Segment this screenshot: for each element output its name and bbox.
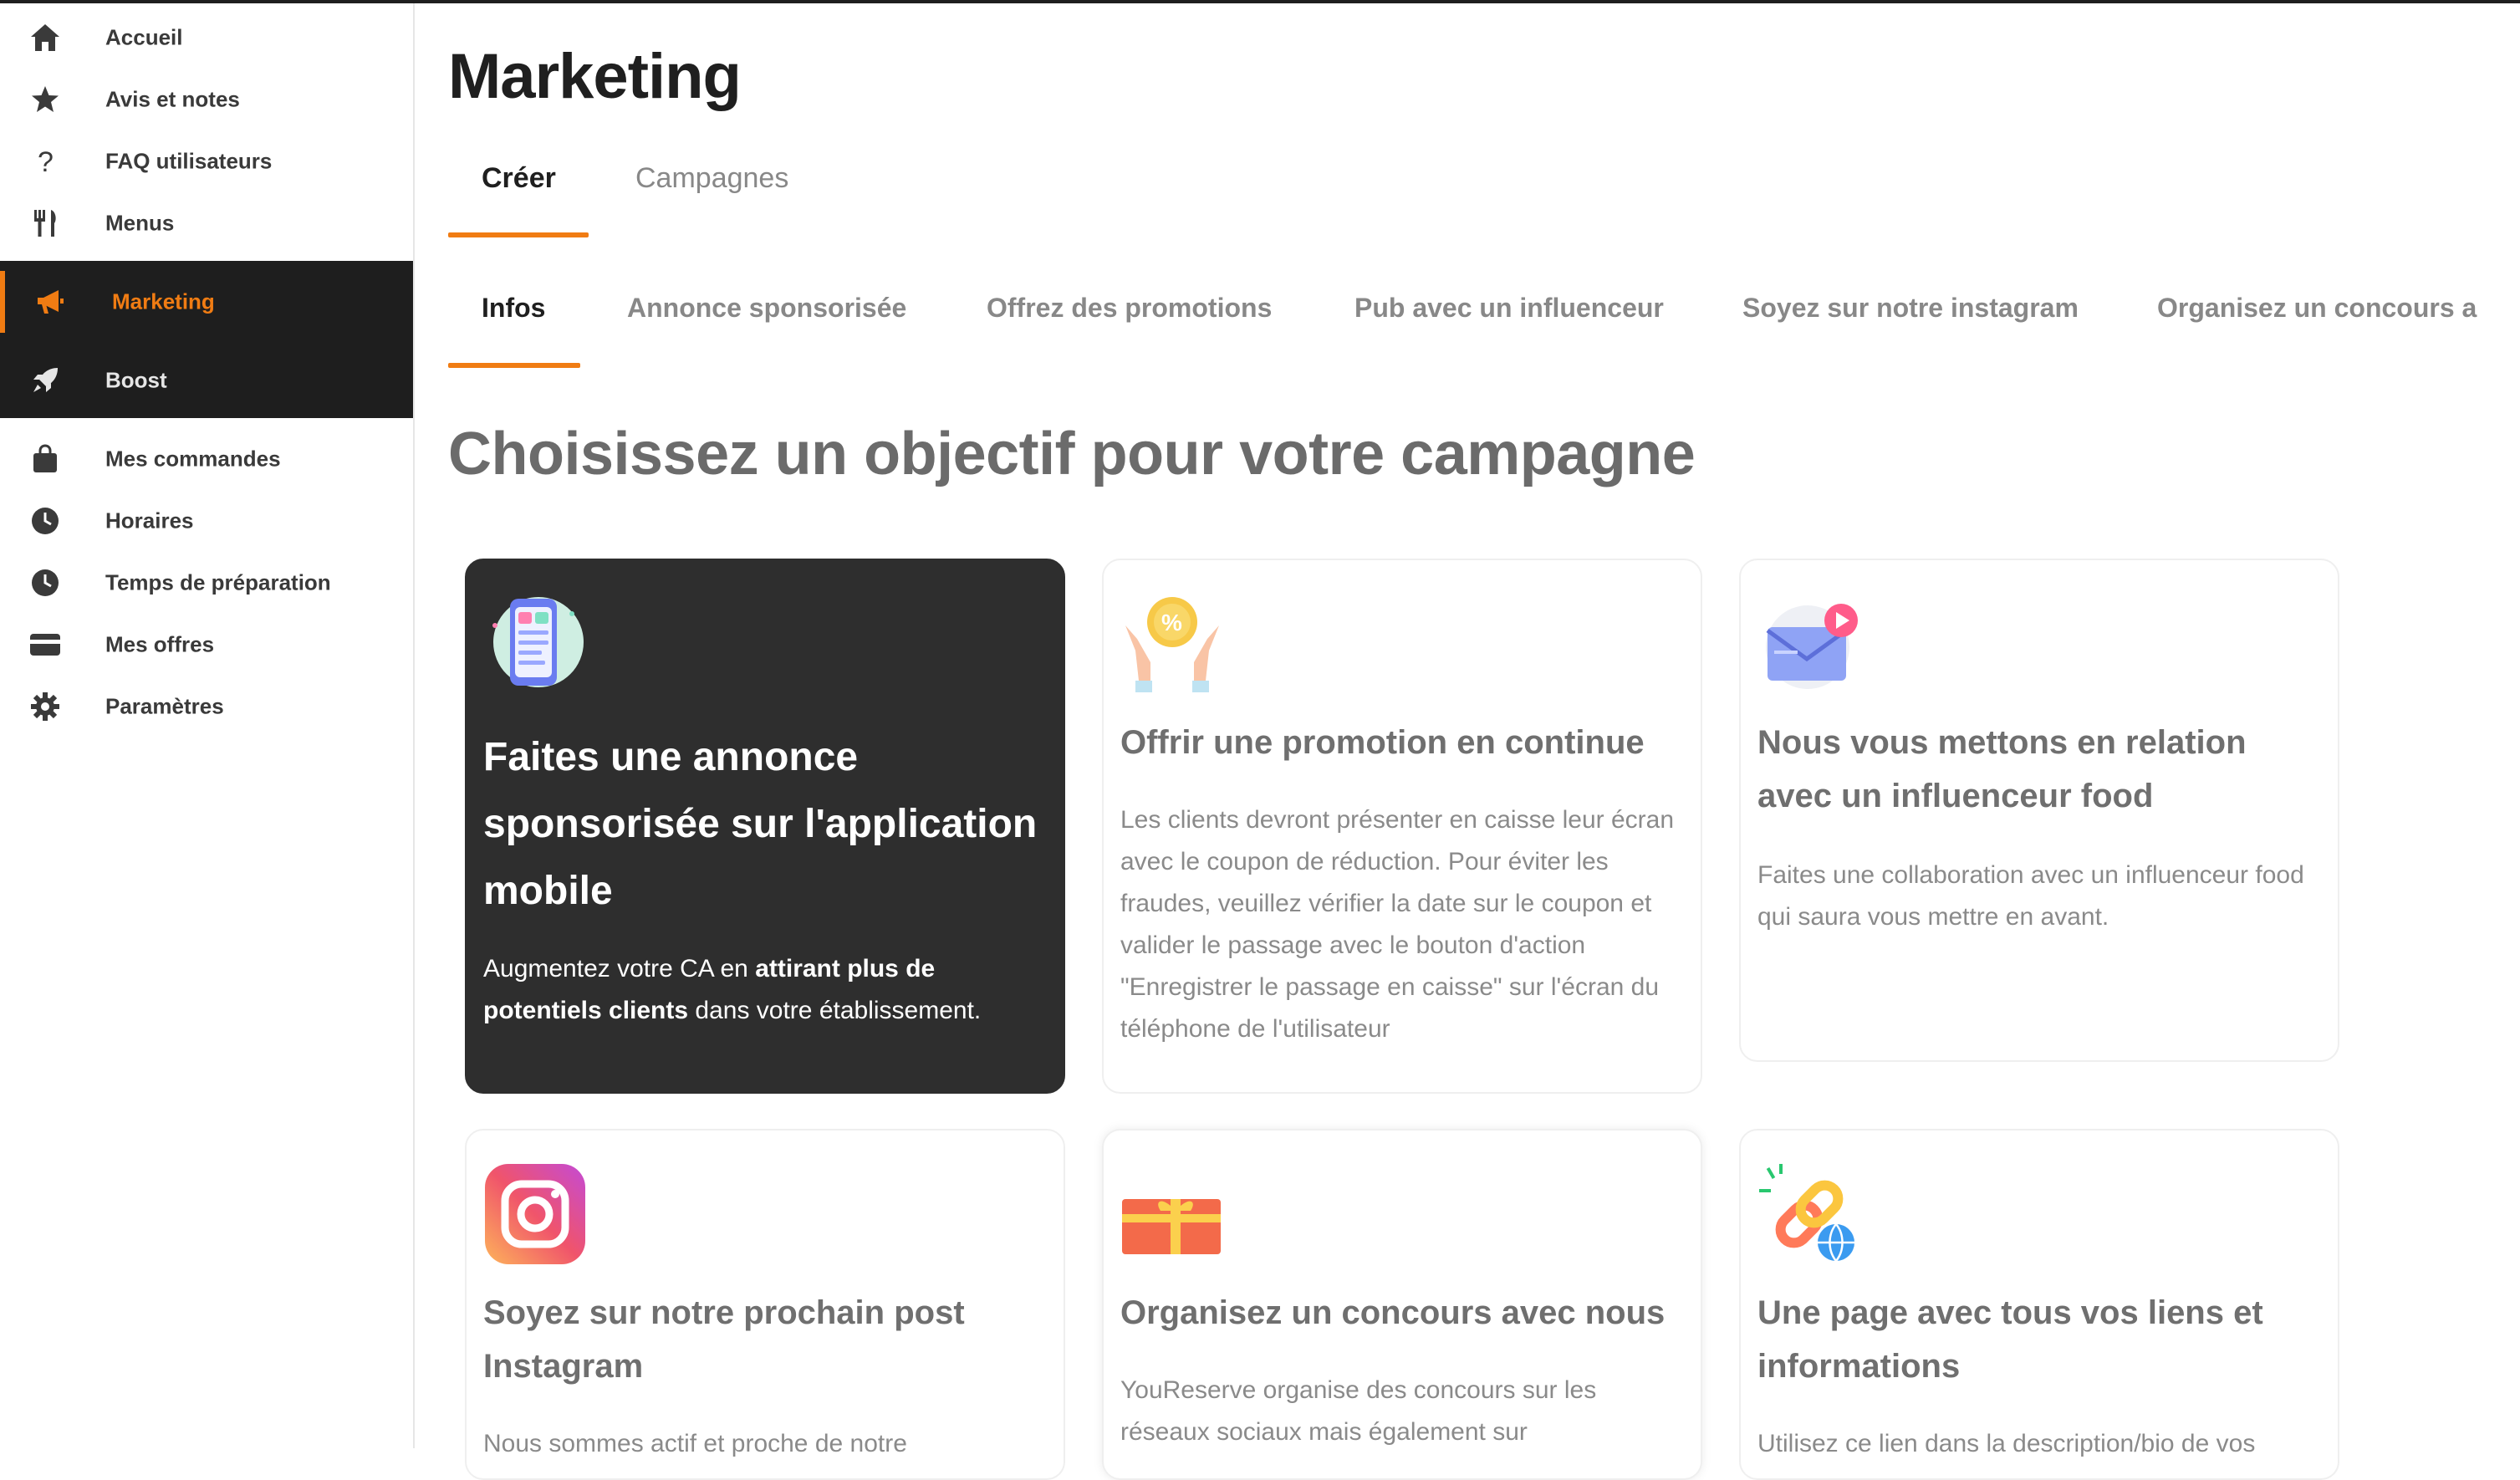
card-description: Faites une collaboration avec un influen…: [1757, 861, 2304, 931]
sidebar-item-commandes[interactable]: Mes commandes: [0, 428, 413, 490]
sidebar-item-menus[interactable]: Menus: [0, 192, 413, 254]
card-title: Une page avec tous vos liens et informat…: [1757, 1294, 2263, 1385]
sidebar-item-horaires[interactable]: Horaires: [0, 490, 413, 552]
card-description: Utilisez ce lien dans la description/bio…: [1757, 1430, 2256, 1457]
sidebar-item-offres[interactable]: Mes offres: [0, 614, 413, 676]
desc-text: dans votre établissement.: [688, 997, 982, 1024]
sidebar-item-label: FAQ utilisateurs: [105, 148, 273, 174]
sidebar-item-label: Paramètres: [105, 693, 224, 719]
desc-text: Augmentez votre CA en: [483, 955, 756, 982]
influencer-mail-icon: [1757, 592, 1861, 696]
promotion-hands-icon: %: [1120, 592, 1224, 696]
megaphone-icon: [33, 285, 67, 319]
tab-pub-influenceur[interactable]: Pub avec un influenceur: [1354, 293, 1664, 324]
sidebar-item-label: Marketing: [112, 288, 215, 314]
card-links-page[interactable]: Une page avec tous vos liens et informat…: [1739, 1129, 2339, 1480]
active-tab-indicator: [448, 232, 589, 237]
tab-creer[interactable]: Créer: [482, 162, 556, 195]
card-title: Nous vous mettons en relation avec un in…: [1757, 724, 2247, 814]
sidebar-item-label: Boost: [105, 367, 167, 393]
sidebar-item-temps-preparation[interactable]: Temps de préparation: [0, 552, 413, 614]
sidebar-item-faq[interactable]: ? FAQ utilisateurs: [0, 130, 413, 192]
main-content: Marketing Créer Campagnes Infos Annonce …: [415, 3, 2520, 1480]
sidebar-item-label: Horaires: [105, 508, 194, 533]
sidebar-item-label: Avis et notes: [105, 86, 240, 112]
card-promotion[interactable]: % Offrir une promotion en continue Les c…: [1102, 559, 1702, 1094]
card-description: Augmentez votre CA en attirant plus de p…: [483, 948, 1047, 1032]
secondary-tabs: Infos Annonce sponsorisée Offrez des pro…: [448, 268, 2520, 371]
bag-icon: [28, 442, 62, 476]
phone-ads-icon: [483, 592, 587, 696]
home-icon: [28, 21, 62, 54]
card-title: Faites une annonce sponsorisée sur l'app…: [483, 735, 1038, 913]
sidebar-item-label: Temps de préparation: [105, 569, 331, 595]
star-icon: [28, 83, 62, 116]
gift-card-icon: [1120, 1162, 1224, 1266]
rocket-icon: [28, 364, 62, 397]
svg-text:%: %: [1161, 610, 1182, 635]
card-description: YouReserve organise des concours sur les…: [1120, 1376, 1597, 1446]
cutlery-icon: [28, 207, 62, 240]
card-description: Les clients devront présenter en caisse …: [1120, 806, 1675, 1043]
primary-tabs: Créer Campagnes: [448, 137, 1033, 241]
link-globe-icon: [1757, 1162, 1861, 1266]
card-title: Soyez sur notre prochain post Instagram: [483, 1294, 965, 1385]
sidebar-item-label: Accueil: [105, 24, 183, 50]
tab-campagnes[interactable]: Campagnes: [635, 162, 788, 195]
instagram-icon: [483, 1162, 587, 1266]
sidebar-item-parametres[interactable]: Paramètres: [0, 676, 413, 737]
sidebar-item-boost[interactable]: Boost: [0, 350, 413, 411]
card-instagram[interactable]: Soyez sur notre prochain post Instagram …: [465, 1129, 1065, 1480]
sidebar: Accueil Avis et notes ? FAQ utilisateurs…: [0, 3, 415, 1448]
question-icon: ?: [28, 145, 62, 178]
tab-offrez-promotions[interactable]: Offrez des promotions: [987, 293, 1272, 324]
card-title: Offrir une promotion en continue: [1120, 724, 1645, 761]
sidebar-item-accueil[interactable]: Accueil: [0, 7, 413, 69]
active-subtab-indicator: [448, 363, 580, 368]
tab-annonce-sponsorisee[interactable]: Annonce sponsorisée: [627, 293, 906, 324]
card-description: Nous sommes actif et proche de notre: [483, 1430, 907, 1457]
tab-concours[interactable]: Organisez un concours a: [2157, 293, 2477, 324]
sidebar-item-label: Menus: [105, 210, 175, 236]
tab-instagram[interactable]: Soyez sur notre instagram: [1742, 293, 2079, 324]
card-sponsored-ad[interactable]: Faites une annonce sponsorisée sur l'app…: [465, 559, 1065, 1094]
card-influencer[interactable]: Nous vous mettons en relation avec un in…: [1739, 559, 2339, 1062]
page-title: Marketing: [448, 41, 742, 112]
clock-icon: [28, 504, 62, 538]
sidebar-item-label: Mes offres: [105, 631, 215, 657]
card-contest[interactable]: Organisez un concours avec nous YouReser…: [1102, 1129, 1702, 1480]
tab-infos[interactable]: Infos: [482, 293, 545, 324]
section-title: Choisissez un objectif pour votre campag…: [448, 421, 1696, 487]
sidebar-item-label: Mes commandes: [105, 446, 281, 472]
card-icon: [28, 628, 62, 661]
clock-icon: [28, 566, 62, 600]
svg-text:?: ?: [38, 146, 54, 176]
gear-icon: [28, 690, 62, 723]
card-title: Organisez un concours avec nous: [1120, 1294, 1666, 1331]
sidebar-item-marketing[interactable]: Marketing: [0, 271, 413, 333]
sidebar-item-avis[interactable]: Avis et notes: [0, 69, 413, 130]
